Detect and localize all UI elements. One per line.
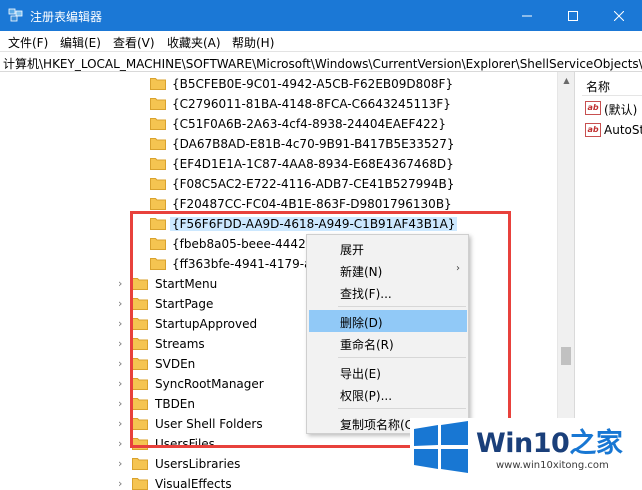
- window-title: 注册表编辑器: [30, 10, 103, 24]
- expand-chevron-icon[interactable]: ›: [118, 278, 130, 290]
- address-path: 计算机\HKEY_LOCAL_MACHINE\SOFTWARE\Microsof…: [3, 57, 642, 71]
- folder-icon: [150, 77, 166, 90]
- close-icon: [614, 10, 624, 21]
- value-name: (默认): [604, 103, 638, 117]
- close-button[interactable]: [596, 0, 642, 31]
- column-header-name[interactable]: 名称: [582, 72, 642, 96]
- expand-chevron-icon[interactable]: ›: [118, 358, 130, 370]
- context-menu-item-label: 新建(N): [340, 265, 383, 279]
- folder-icon: [150, 197, 166, 210]
- watermark-brand-suffix: 之家: [569, 428, 623, 459]
- expand-chevron-icon[interactable]: ›: [118, 338, 130, 350]
- tree-item[interactable]: {F08C5AC2-E722-4116-ADB7-CE41B527994B}: [150, 174, 550, 194]
- menu-edit[interactable]: 编辑(E): [60, 34, 101, 51]
- menu-view[interactable]: 查看(V): [113, 34, 155, 51]
- expand-chevron-icon[interactable]: ›: [118, 438, 130, 450]
- minimize-icon: [522, 15, 532, 16]
- watermark-brand-prefix: Win10: [476, 428, 570, 459]
- tree-item-label: {F20487CC-FC04-4B1E-863F-D9801796130B}: [172, 197, 452, 211]
- folder-icon: [150, 137, 166, 150]
- tree-item-label: {C2796011-81BA-4148-8FCA-C6643245113F}: [172, 97, 451, 111]
- tree-item[interactable]: {EF4D1E1A-1C87-4AA8-8934-E68E4367468D}: [150, 154, 550, 174]
- menu-file[interactable]: 文件(F): [8, 34, 48, 51]
- context-menu: 展开新建(N) › 查找(F)... 删除(D) 重命名(R) 导出(E) 权限(P)...…: [306, 234, 469, 434]
- scroll-up-icon[interactable]: ▲: [558, 72, 575, 89]
- folder-icon: [150, 117, 166, 130]
- folder-icon: [132, 477, 148, 490]
- tree-item-label: {DA67B8AD-E81B-4c70-9B91-B417B5E33527}: [172, 137, 455, 151]
- context-menu-item[interactable]: 重命名(R): [309, 332, 467, 354]
- tree-item-label: {F08C5AC2-E722-4116-ADB7-CE41B527994B}: [172, 177, 455, 191]
- tree-item[interactable]: {DA67B8AD-E81B-4c70-9B91-B417B5E33527}: [150, 134, 550, 154]
- watermark: Win10之家 www.win10xitong.com: [410, 418, 642, 490]
- context-menu-item-label: 权限(P)...: [340, 389, 393, 403]
- context-menu-item-label: 导出(E): [340, 367, 381, 381]
- watermark-brand: Win10之家: [476, 421, 623, 460]
- scrollbar-thumb[interactable]: [561, 347, 571, 365]
- expand-chevron-icon[interactable]: ›: [118, 378, 130, 390]
- context-menu-item[interactable]: 展开: [309, 237, 467, 259]
- menu-separator: [338, 306, 466, 307]
- maximize-icon: [568, 10, 578, 21]
- expand-chevron-icon[interactable]: ›: [118, 318, 130, 330]
- expand-chevron-icon[interactable]: ›: [118, 398, 130, 410]
- submenu-arrow-icon: ›: [456, 263, 460, 274]
- context-menu-item-label: 删除(D): [340, 316, 383, 330]
- windows-logo-icon: [414, 421, 468, 473]
- watermark-url: www.win10xitong.com: [496, 460, 609, 471]
- address-bar[interactable]: 计算机\HKEY_LOCAL_MACHINE\SOFTWARE\Microsof…: [0, 51, 642, 72]
- menu-help[interactable]: 帮助(H): [232, 34, 274, 51]
- context-menu-item-label: 展开: [340, 243, 365, 257]
- tree-item-label: {C51F0A6B-2A63-4cf4-8938-24404EAEF422}: [172, 117, 446, 131]
- string-value-icon: ab: [585, 123, 601, 137]
- expand-chevron-icon[interactable]: ›: [118, 418, 130, 430]
- menu-separator: [338, 408, 466, 409]
- tree-item[interactable]: {C51F0A6B-2A63-4cf4-8938-24404EAEF422}: [150, 114, 550, 134]
- context-menu-item[interactable]: 权限(P)...: [309, 383, 467, 405]
- tree-item[interactable]: {C2796011-81BA-4148-8FCA-C6643245113F}: [150, 94, 550, 114]
- context-menu-item-label: 重命名(R): [340, 338, 394, 352]
- tree-item-label: {B5CFEB0E-9C01-4942-A5CB-F62EB09D808F}: [172, 77, 454, 91]
- title-bar: 注册表编辑器: [0, 0, 642, 31]
- regedit-app-icon: [8, 8, 23, 22]
- expand-chevron-icon[interactable]: ›: [118, 298, 130, 310]
- tree-item[interactable]: {B5CFEB0E-9C01-4942-A5CB-F62EB09D808F}: [150, 74, 550, 94]
- maximize-button[interactable]: [550, 0, 596, 31]
- context-menu-item-label: 查找(F)...: [340, 287, 392, 301]
- string-value-icon: ab: [585, 101, 601, 115]
- menu-favorites[interactable]: 收藏夹(A): [167, 34, 221, 51]
- expand-chevron-icon[interactable]: ›: [118, 458, 130, 470]
- folder-icon: [150, 177, 166, 190]
- folder-icon: [150, 157, 166, 170]
- folder-icon: [150, 97, 166, 110]
- minimize-button[interactable]: [504, 0, 550, 31]
- context-menu-item[interactable]: 查找(F)...: [309, 281, 467, 303]
- menu-separator: [338, 357, 466, 358]
- menu-bar: 文件(F) 编辑(E) 查看(V) 收藏夹(A) 帮助(H): [0, 31, 642, 51]
- tree-item-label: VisualEffects: [155, 477, 232, 490]
- folder-icon: [132, 457, 148, 470]
- context-menu-item[interactable]: 导出(E): [309, 361, 467, 383]
- column-header-label: 名称: [586, 80, 611, 94]
- expand-chevron-icon[interactable]: ›: [118, 478, 130, 490]
- context-menu-item[interactable]: 删除(D): [309, 310, 467, 332]
- context-menu-item-label: 复制项名称(C): [340, 418, 418, 432]
- tree-item-label: {EF4D1E1A-1C87-4AA8-8934-E68E4367468D}: [172, 157, 454, 171]
- value-name: AutoSt: [604, 123, 642, 137]
- context-menu-item[interactable]: 新建(N) ›: [309, 259, 467, 281]
- tree-item-label: UsersLibraries: [155, 457, 241, 471]
